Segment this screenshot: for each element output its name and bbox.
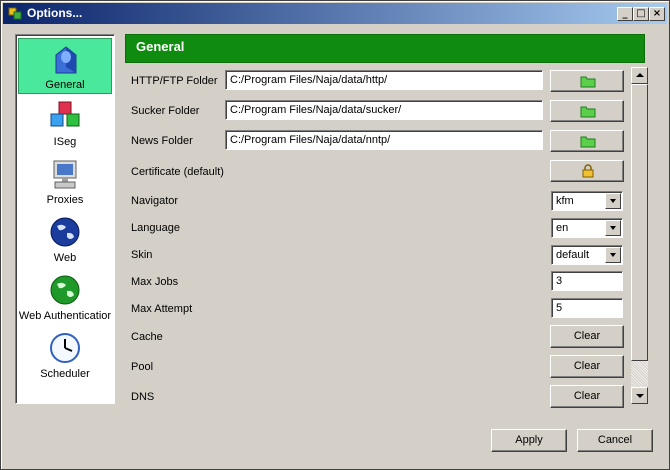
max-attempt-input[interactable]: 5: [551, 298, 623, 318]
cancel-button[interactable]: Cancel: [577, 429, 653, 452]
panel-header: General: [125, 34, 645, 63]
sidebar-item-label: Web Authenticatior: [18, 310, 112, 322]
app-icon: [8, 7, 22, 20]
max-jobs-label: Max Jobs: [131, 276, 179, 288]
minimize-button[interactable]: _: [617, 7, 633, 21]
sidebar-item-proxies[interactable]: Proxies: [18, 154, 112, 210]
clear-pool-button[interactable]: Clear: [550, 355, 624, 378]
sucker-folder-label: Sucker Folder: [131, 105, 200, 117]
browse-sucker-folder-button[interactable]: [550, 100, 624, 122]
cubes-icon: [50, 101, 80, 127]
panel-scrollbar[interactable]: [631, 67, 648, 404]
sidebar-item-label: ISeg: [53, 136, 77, 148]
navigator-label: Navigator: [131, 195, 179, 207]
navigator-value: kfm: [556, 195, 574, 207]
skin-label: Skin: [131, 249, 153, 261]
sidebar-item-general[interactable]: General: [18, 38, 112, 94]
browse-http-folder-button[interactable]: [550, 70, 624, 92]
green-globe-icon: [50, 275, 80, 305]
http-folder-label: HTTP/FTP Folder: [131, 75, 218, 87]
sidebar-item-label: General: [45, 79, 85, 91]
clear-dns-button[interactable]: Clear: [550, 385, 624, 408]
cache-label: Cache: [131, 331, 163, 343]
browse-news-folder-button[interactable]: [550, 130, 624, 152]
scroll-down-button[interactable]: [631, 387, 648, 404]
sidebar-item-scheduler[interactable]: Scheduler: [18, 328, 112, 384]
news-folder-field[interactable]: C:/Program Files/Naja/data/nntp/: [225, 130, 543, 150]
general-icon: [55, 46, 77, 74]
folder-icon: [580, 106, 596, 118]
sidebar-item-label: Scheduler: [40, 368, 90, 380]
pool-label: Pool: [131, 361, 154, 373]
http-folder-field[interactable]: C:/Program Files/Naja/data/http/: [225, 70, 543, 90]
navigator-select[interactable]: kfm: [551, 191, 623, 211]
chevron-down-icon[interactable]: [605, 193, 621, 209]
page-title: General: [136, 39, 185, 54]
maximize-button[interactable]: □: [633, 7, 649, 21]
scroll-thumb[interactable]: [631, 84, 648, 361]
sucker-folder-field[interactable]: C:/Program Files/Naja/data/sucker/: [225, 100, 543, 120]
sidebar-item-label: Proxies: [46, 194, 84, 206]
computer-icon: [53, 160, 77, 189]
scroll-up-button[interactable]: [631, 67, 648, 84]
folder-icon: [580, 136, 596, 148]
title-bar[interactable]: Options... _ □ ×: [3, 3, 667, 24]
sidebar-item-label: Web: [53, 252, 77, 264]
max-attempt-label: Max Attempt: [131, 303, 193, 315]
globe-icon: [50, 217, 80, 247]
certificate-button[interactable]: [550, 160, 624, 182]
news-folder-label: News Folder: [131, 135, 193, 147]
language-select[interactable]: en: [551, 218, 623, 238]
window-title: Options...: [27, 6, 83, 20]
sidebar-item-web-authentication[interactable]: Web Authenticatior: [18, 270, 112, 326]
clear-cache-button[interactable]: Clear: [550, 325, 624, 348]
settings-panel: General HTTP/FTP Folder C:/Program Files…: [125, 34, 647, 408]
certificate-label: Certificate (default): [131, 166, 224, 178]
clock-icon: [50, 333, 80, 363]
folder-icon: [580, 76, 596, 88]
lock-icon: [582, 164, 594, 178]
options-window: Options... _ □ × General ISeg Proxies We…: [0, 0, 670, 470]
close-button[interactable]: ×: [649, 7, 665, 21]
max-jobs-input[interactable]: 3: [551, 271, 623, 291]
sidebar-item-iseg[interactable]: ISeg: [18, 96, 112, 152]
skin-select[interactable]: default: [551, 245, 623, 265]
skin-value: default: [556, 249, 590, 261]
chevron-down-icon[interactable]: [605, 220, 621, 236]
chevron-down-icon[interactable]: [605, 247, 621, 263]
language-label: Language: [131, 222, 180, 234]
language-value: en: [556, 222, 569, 234]
category-sidebar: General ISeg Proxies Web Web Authenticat…: [15, 34, 115, 404]
dns-label: DNS: [131, 391, 155, 403]
apply-button[interactable]: Apply: [491, 429, 567, 452]
sidebar-item-web[interactable]: Web: [18, 212, 112, 268]
